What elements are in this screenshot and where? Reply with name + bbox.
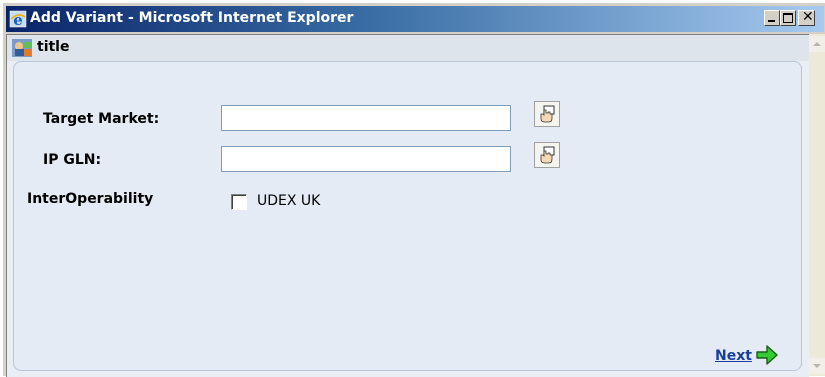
page-content: title Target Market: IP GLN: InterOperab… [6,34,809,377]
close-icon: ✕ [802,9,814,25]
target-market-input[interactable] [221,105,511,131]
ip-gln-input[interactable] [221,146,511,172]
udex-uk-checkbox[interactable] [231,194,247,210]
scroll-up-arrow-icon [813,42,821,46]
minimize-button[interactable] [764,10,780,26]
page-title: title [37,39,70,55]
close-button[interactable]: ✕ [798,9,815,26]
maximize-button[interactable] [780,10,796,26]
page-header: title [7,35,809,61]
vertical-scrollbar[interactable] [809,34,825,376]
green-arrow-right-icon[interactable] [755,343,779,367]
svg-text:e: e [13,11,23,28]
scroll-down-button[interactable] [809,358,825,374]
hand-lookup-icon [540,146,555,164]
target-market-label: Target Market: [43,111,160,127]
udex-uk-label[interactable]: UDEX UK [257,193,320,209]
interoperability-label: InterOperability [27,191,154,207]
internet-explorer-icon: e [9,10,27,28]
ip-gln-label: IP GLN: [43,152,102,168]
target-market-lookup-button[interactable] [534,101,560,127]
app-logo-icon [12,39,32,57]
browser-window: e Add Variant - Microsoft Internet Explo… [3,3,825,377]
scroll-down-arrow-icon [813,364,821,368]
next-link[interactable]: Next [715,348,752,364]
scroll-up-button[interactable] [809,36,825,52]
window-title-bar[interactable]: e Add Variant - Microsoft Internet Explo… [6,6,824,32]
ip-gln-lookup-button[interactable] [534,142,560,168]
hand-lookup-icon [540,105,555,123]
window-title: Add Variant - Microsoft Internet Explore… [30,10,354,26]
